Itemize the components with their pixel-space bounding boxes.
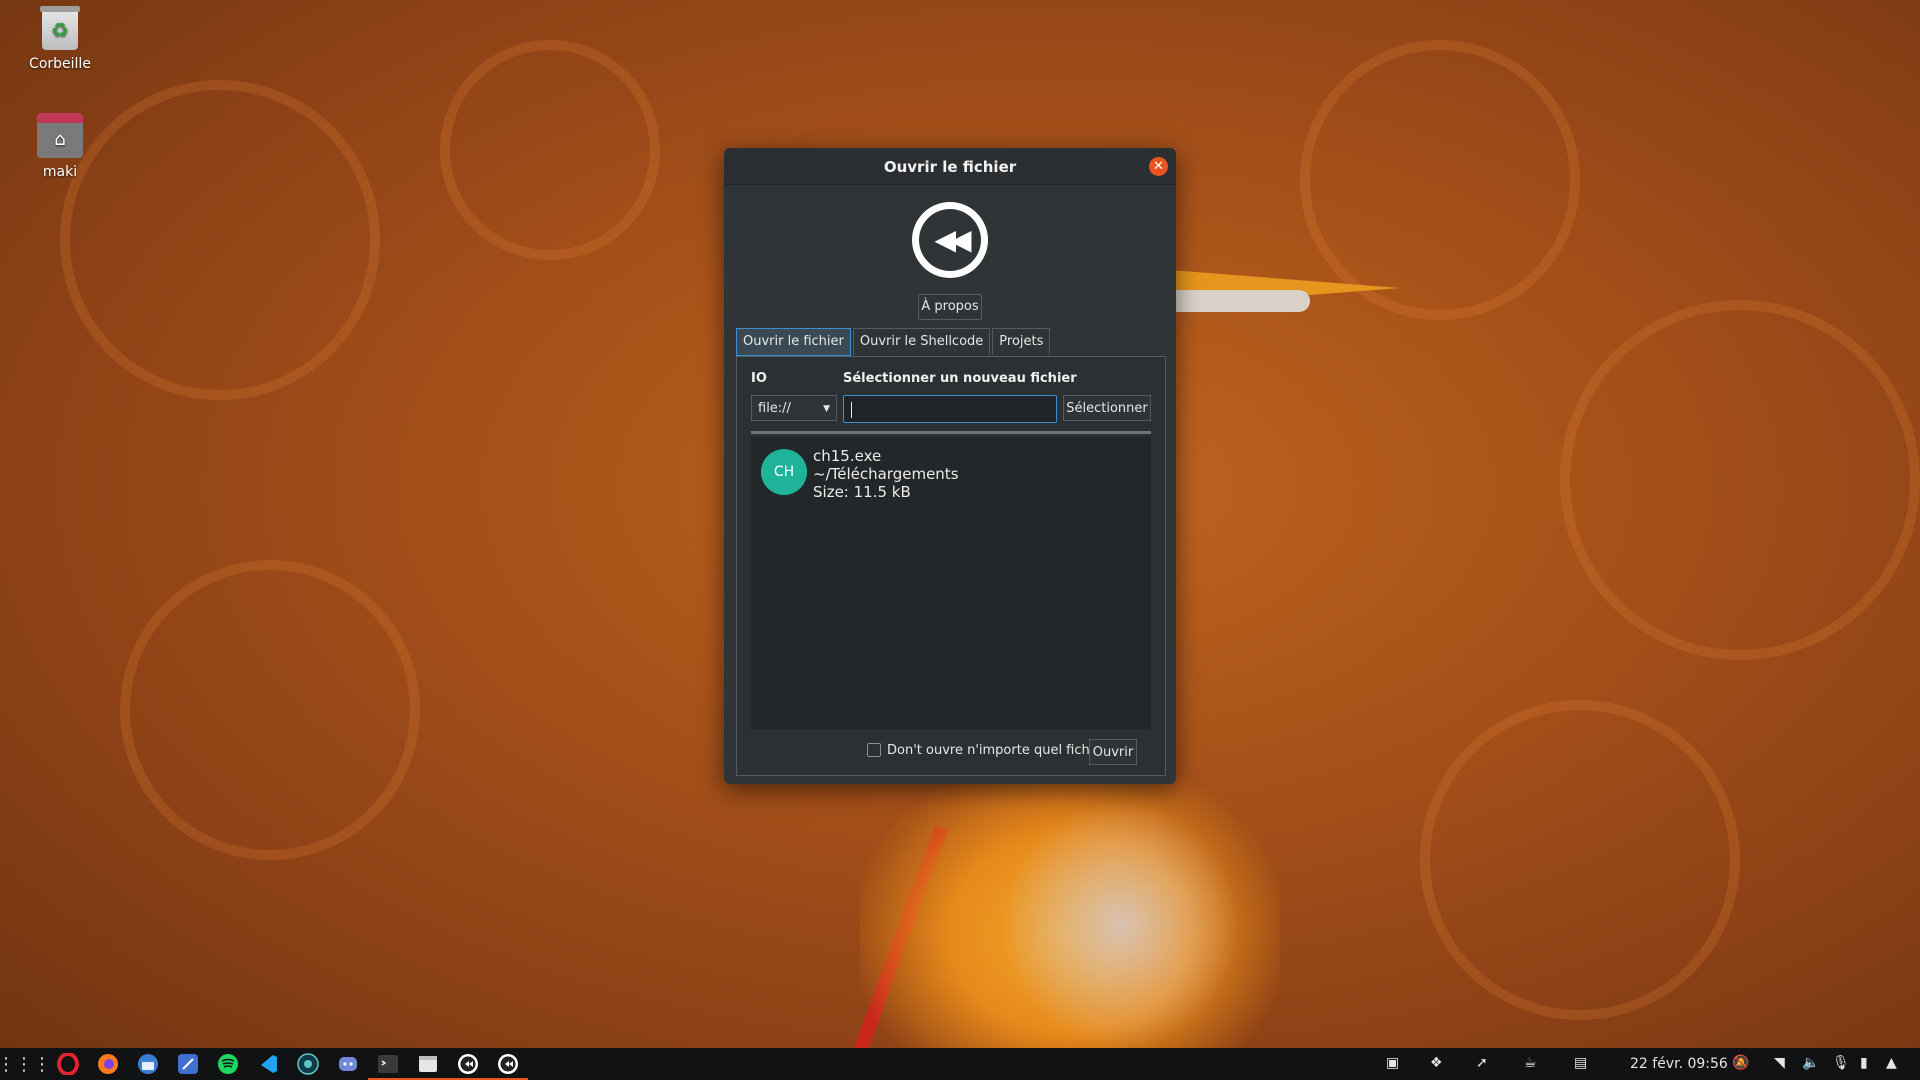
select-file-button[interactable]: Sélectionner — [1063, 395, 1151, 421]
close-icon: ✕ — [1153, 159, 1164, 174]
opera-icon[interactable] — [54, 1052, 82, 1076]
io-select-value: file:// — [758, 401, 791, 416]
desktop-icon-trash[interactable]: ♻ Corbeille — [15, 6, 105, 72]
thunderbird-icon[interactable] — [134, 1052, 162, 1076]
discord-icon[interactable] — [334, 1052, 362, 1076]
open-file-dialog: Ouvrir le fichier ✕ ◀◀ À propos Ouvrir l… — [724, 148, 1176, 784]
about-button[interactable]: À propos — [918, 294, 982, 320]
files-icon[interactable] — [408, 1052, 448, 1080]
app-grid-icon[interactable]: ⋮⋮⋮ — [0, 1052, 51, 1076]
file-size: Size: 11.5 kB — [813, 483, 911, 501]
wallpaper-swirl — [1420, 700, 1740, 1020]
spotify-icon[interactable] — [214, 1052, 242, 1076]
wallpaper-beak-highlight — [1170, 290, 1310, 312]
desktop-icon-home[interactable]: ⌂ maki — [15, 113, 105, 180]
tab-projects[interactable]: Projets — [992, 328, 1051, 355]
caffeine-icon[interactable]: ☕ — [1524, 1055, 1537, 1071]
checkbox-label: Don't ouvre n'importe quel fichier — [887, 743, 1107, 758]
text-cursor — [851, 402, 852, 418]
chevron-down-icon: ▼ — [823, 404, 830, 414]
microphone-icon[interactable]: 🎙 — [1832, 1055, 1850, 1071]
home-folder-icon: ⌂ — [37, 113, 83, 158]
clipboard-icon[interactable]: ▤ — [1574, 1055, 1587, 1071]
recent-files-list: CH ch15.exe ~/Téléchargements Size: 11.5… — [751, 437, 1151, 729]
close-button[interactable]: ✕ — [1149, 157, 1168, 176]
file-avatar: CH — [761, 449, 807, 495]
tor-icon[interactable] — [294, 1052, 322, 1076]
wallpaper-swirl — [440, 40, 660, 260]
wallpaper-swirl — [60, 80, 380, 400]
battery-icon[interactable]: ▮ — [1860, 1055, 1868, 1071]
tab-open-shellcode[interactable]: Ouvrir le Shellcode — [852, 328, 991, 355]
list-item[interactable]: CH ch15.exe ~/Téléchargements Size: 11.5… — [751, 441, 1151, 501]
desktop-icon-label: Corbeille — [29, 56, 91, 72]
firefox-icon[interactable] — [94, 1052, 122, 1076]
wallpaper-swirl — [1560, 300, 1920, 660]
tab-bar: Ouvrir le fichier Ouvrir le Shellcode Pr… — [736, 328, 1052, 357]
desktop-icon-label: maki — [42, 164, 78, 180]
kdevelop-icon[interactable] — [174, 1052, 202, 1076]
screenshot-icon[interactable]: ▣ — [1386, 1055, 1399, 1071]
cutter-icon[interactable] — [448, 1052, 488, 1080]
open-file-panel: IO Sélectionner un nouveau fichier file:… — [736, 356, 1166, 776]
wallpaper-bird-feather — [1000, 800, 1240, 1050]
terminal-icon[interactable] — [368, 1052, 408, 1080]
new-file-label: Sélectionner un nouveau fichier — [843, 371, 1077, 386]
volume-icon[interactable]: 🔈 — [1802, 1055, 1819, 1071]
unsafe-open-checkbox[interactable] — [867, 743, 881, 757]
vscode-icon[interactable] — [254, 1052, 282, 1076]
io-select[interactable]: file:// ▼ — [751, 395, 837, 421]
dropbox-icon[interactable]: ❖ — [1430, 1055, 1443, 1071]
tab-open-file[interactable]: Ouvrir le fichier — [736, 328, 851, 357]
app-logo-icon: ◀◀ — [912, 202, 988, 278]
trash-icon: ♻ — [40, 6, 80, 50]
divider — [751, 431, 1151, 434]
wallpaper-swirl — [120, 560, 420, 860]
taskbar: ⋮⋮⋮ ▣ ❖ ➚ ☕ ▤ 22 févr. 09:56 🔕 ◥ 🔈 🎙 ▮ ▲ — [0, 1048, 1920, 1080]
file-name: ch15.exe — [813, 447, 882, 465]
open-button[interactable]: Ouvrir — [1089, 739, 1137, 765]
file-info: ch15.exe ~/Téléchargements Size: 11.5 kB — [813, 447, 959, 501]
tray-expand-icon[interactable]: ▲ — [1886, 1055, 1897, 1071]
network-activity-icon[interactable]: ➚ — [1476, 1055, 1488, 1071]
file-path-input[interactable] — [843, 395, 1057, 423]
wifi-icon[interactable]: ◥ — [1774, 1055, 1785, 1071]
dialog-titlebar[interactable]: Ouvrir le fichier ✕ — [724, 148, 1176, 185]
io-label: IO — [751, 371, 767, 386]
clock[interactable]: 22 févr. 09:56 — [1630, 1056, 1728, 1072]
dialog-title: Ouvrir le fichier — [883, 158, 1017, 176]
notifications-off-icon[interactable]: 🔕 — [1732, 1055, 1749, 1071]
file-path: ~/Téléchargements — [813, 465, 959, 483]
cutter-icon[interactable] — [488, 1052, 528, 1080]
